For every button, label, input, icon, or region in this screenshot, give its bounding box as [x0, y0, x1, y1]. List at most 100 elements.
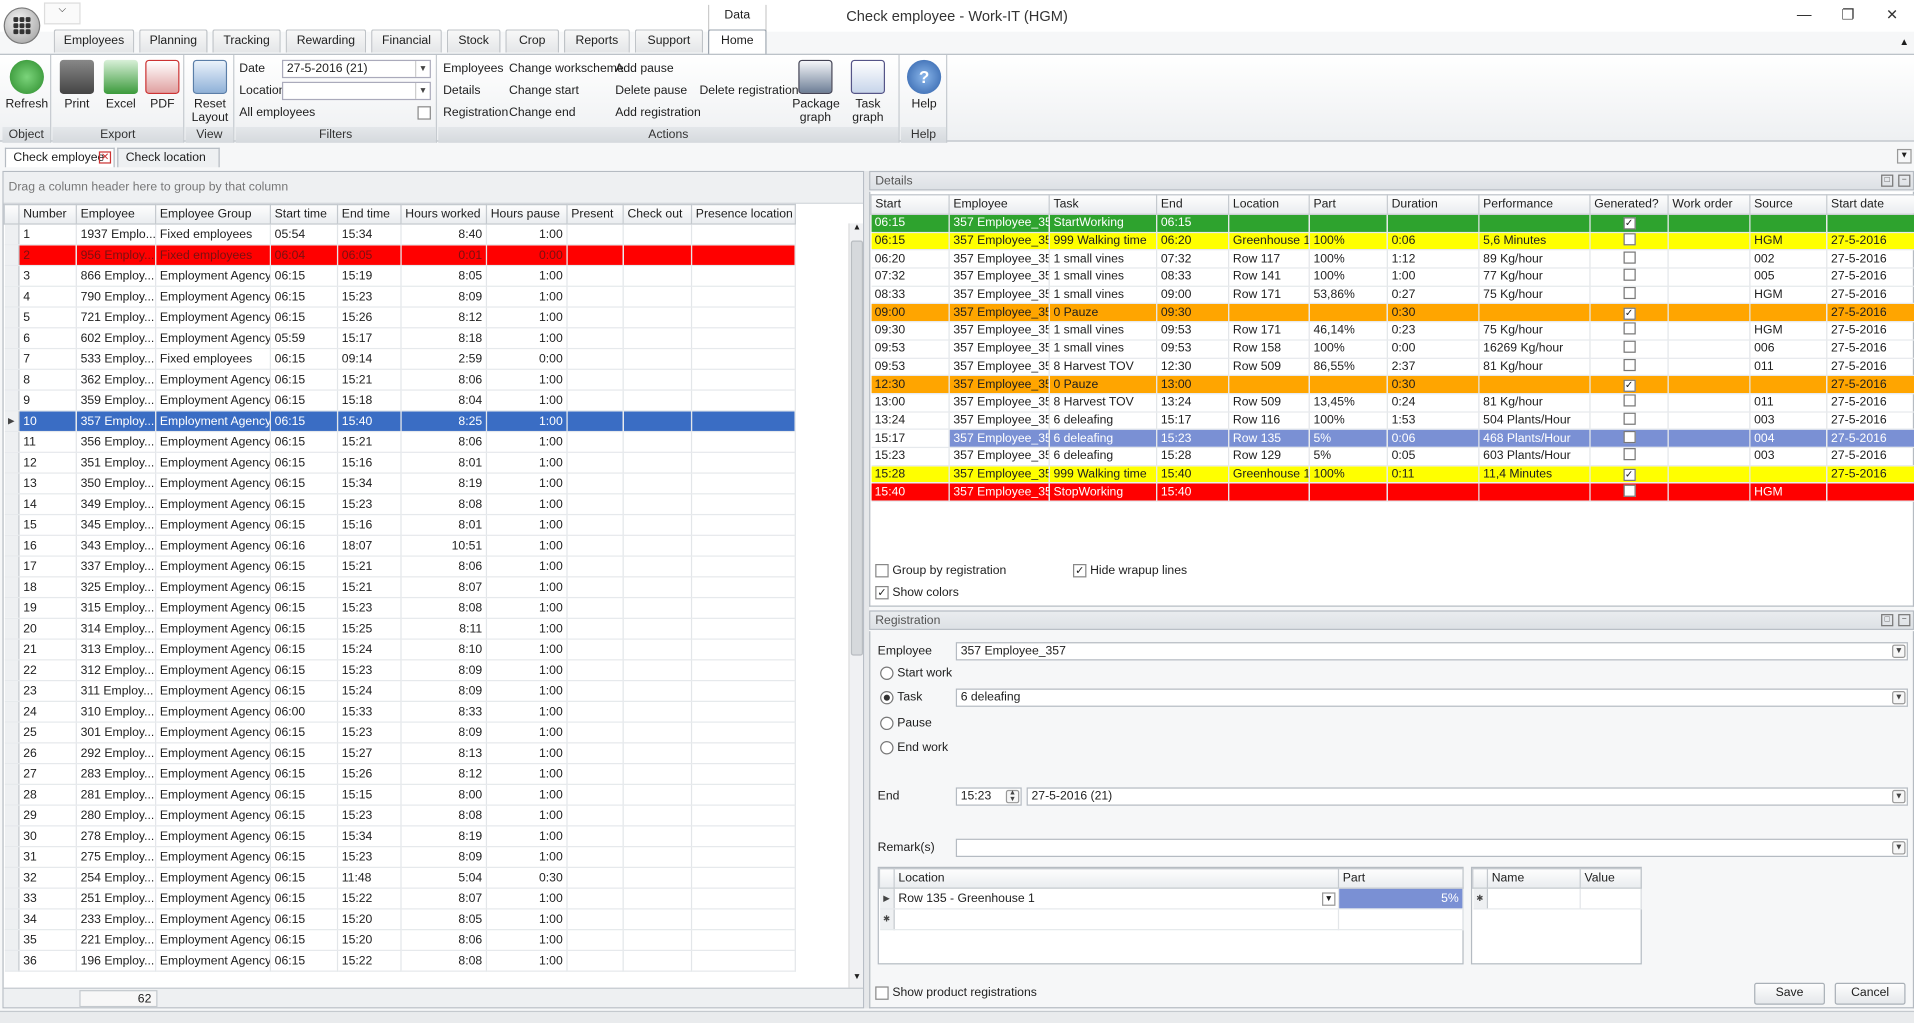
details-cell-duration[interactable]: 0:30 [1387, 303, 1480, 323]
cell-employee[interactable]: 359 Employ... [76, 390, 157, 412]
minimize-icon[interactable]: — [1790, 5, 1819, 25]
details-cell-location[interactable]: Row 116 [1228, 411, 1310, 431]
cell-hours-worked[interactable]: 8:08 [400, 950, 488, 972]
cell-employee-group[interactable]: Employment Agency 1 [155, 576, 271, 599]
cell-end-time[interactable]: 15:22 [337, 888, 402, 910]
cell-start-time[interactable]: 06:15 [270, 452, 339, 474]
cell-present[interactable] [567, 929, 624, 952]
cell-number[interactable]: 26 [18, 742, 77, 765]
details-cell-end[interactable]: 07:32 [1156, 250, 1230, 269]
cell-number[interactable]: 14 [18, 493, 77, 516]
cell-number[interactable]: 12 [18, 452, 77, 474]
name-column-header[interactable]: Name [1486, 867, 1581, 889]
cell-end-time[interactable]: 15:23 [337, 659, 402, 682]
details-cell-performance[interactable]: 16269 Kg/hour [1478, 339, 1591, 359]
cell-start-time[interactable]: 06:15 [270, 784, 339, 806]
context-tab-data[interactable]: Data [708, 4, 767, 32]
cell-employee-group[interactable]: Employment Agency 1 [155, 846, 271, 868]
cell-hours-worked[interactable]: 8:06 [400, 929, 488, 952]
table-row[interactable]: 23 311 Employ... Employment Agency 1 06:15 1… [4, 680, 796, 702]
cell-hours-worked[interactable]: 10:51 [400, 535, 488, 557]
end-date-select[interactable]: 27-5-2016 (21) ▼ [1026, 787, 1908, 806]
cell-employee[interactable]: 721 Employ... [76, 307, 157, 329]
details-cell-employee[interactable]: 357 Employee_357 [949, 339, 1050, 359]
details-cell-work-order[interactable] [1668, 303, 1751, 323]
cell-employee-group[interactable]: Employment Agency 1 [155, 867, 271, 889]
cell-hours-worked[interactable]: 8:08 [400, 597, 488, 619]
details-cell-work-order[interactable] [1668, 321, 1751, 341]
details-cell-task[interactable]: 6 deleafing [1049, 411, 1158, 431]
cell-check-out[interactable] [623, 659, 693, 682]
cell-presence-location[interactable] [691, 597, 796, 619]
row-indicator[interactable] [4, 493, 20, 516]
cell-present[interactable] [567, 597, 624, 619]
task-select[interactable]: 6 deleafing ▼ [955, 688, 1908, 707]
cell-employee[interactable]: 866 Employ... [76, 265, 157, 287]
cell-start-time[interactable]: 06:15 [270, 493, 339, 516]
details-cell-generated-[interactable] [1589, 357, 1669, 377]
cell-hours-pause[interactable]: 1:00 [486, 784, 568, 806]
details-column-work-order[interactable]: Work order [1667, 194, 1751, 215]
cell-hours-pause[interactable]: 0:30 [486, 867, 568, 889]
details-cell-task[interactable]: StartWorking [1049, 214, 1158, 233]
cell-check-out[interactable] [623, 348, 693, 370]
cell-check-out[interactable] [623, 576, 693, 599]
cell-present[interactable] [567, 514, 624, 536]
close-icon[interactable]: ✕ [1877, 5, 1906, 25]
details-row[interactable]: 06:15 357 Employee_357 999 Walking time 06:… [870, 232, 1914, 251]
cell-end-time[interactable]: 15:21 [337, 556, 402, 578]
details-row[interactable]: 15:28 357 Employee_357 999 Walking time 15:… [870, 465, 1914, 484]
cell-hours-pause[interactable]: 1:00 [486, 473, 568, 495]
cell-check-out[interactable] [623, 805, 693, 827]
details-cell-part[interactable] [1309, 303, 1388, 323]
details-cell-part[interactable]: 100% [1309, 411, 1388, 431]
cell-present[interactable] [567, 784, 624, 806]
details-row[interactable]: 15:40 357 Employee_357 StopWorking 15:40 HGM [870, 483, 1914, 502]
details-cell-start[interactable]: 09:53 [870, 357, 950, 377]
cell-presence-location[interactable] [691, 369, 796, 391]
details-cell-duration[interactable] [1387, 483, 1480, 502]
table-row[interactable]: 21 313 Employ... Employment Agency 1 06:15 1… [4, 639, 796, 661]
details-cell-source[interactable]: 003 [1749, 411, 1828, 431]
details-cell-employee[interactable]: 357 Employee_357 [949, 232, 1050, 251]
details-cell-start-date[interactable]: 27-5-2016 [1826, 393, 1914, 413]
generated-checkbox[interactable]: ✓ [1622, 307, 1636, 320]
details-cell-source[interactable]: HGM [1749, 232, 1828, 251]
cell-hours-worked[interactable]: 0:01 [400, 244, 488, 267]
cell-present[interactable] [567, 763, 624, 785]
details-cell-performance[interactable]: 468 Plants/Hour [1478, 429, 1591, 448]
generated-checkbox[interactable] [1622, 322, 1636, 336]
pdf-button[interactable]: PDF [143, 59, 182, 111]
cell-employee-group[interactable]: Fixed employees [155, 224, 271, 246]
cell-hours-worked[interactable]: 8:40 [400, 224, 488, 246]
cell-check-out[interactable] [623, 327, 693, 350]
row-indicator[interactable] [4, 805, 20, 827]
app-menu-button[interactable] [3, 7, 41, 44]
cell-end-time[interactable]: 15:15 [337, 784, 402, 806]
details-cell-part[interactable]: 100% [1309, 465, 1388, 484]
details-cell-employee[interactable]: 357 Employee_357 [949, 483, 1050, 502]
details-cell-task[interactable]: StopWorking [1049, 483, 1158, 502]
table-row[interactable]: 7 533 Employ... Fixed employees 06:15 09:14 2… [4, 348, 796, 370]
reset-layout-button[interactable]: Reset Layout [188, 59, 232, 125]
details-cell-task[interactable]: 1 small vines [1049, 321, 1158, 341]
cell-presence-location[interactable] [691, 846, 796, 868]
details-cell-source[interactable] [1749, 465, 1828, 484]
cell-start-time[interactable]: 06:15 [270, 742, 339, 765]
details-cell-start-date[interactable]: 27-5-2016 [1826, 357, 1914, 377]
action-employees[interactable]: Employees [443, 62, 503, 75]
details-cell-duration[interactable]: 0:05 [1387, 447, 1480, 466]
cell-start-time[interactable]: 06:15 [270, 908, 339, 931]
cell-presence-location[interactable] [691, 556, 796, 578]
cell-start-time[interactable]: 06:15 [270, 680, 339, 702]
details-cell-generated-[interactable] [1589, 250, 1669, 269]
column-header-employee-group[interactable]: Employee Group [155, 203, 271, 225]
cell-hours-pause[interactable]: 1:00 [486, 805, 568, 827]
cell-hours-worked[interactable]: 8:06 [400, 369, 488, 391]
details-cell-performance[interactable]: 81 Kg/hour [1478, 357, 1591, 377]
details-cell-start[interactable]: 13:00 [870, 393, 950, 413]
cell-hours-worked[interactable]: 8:06 [400, 556, 488, 578]
column-header-hours-pause[interactable]: Hours pause [485, 203, 568, 225]
cell-number[interactable]: 4 [18, 286, 77, 308]
details-cell-task[interactable]: 6 deleafing [1049, 429, 1158, 448]
